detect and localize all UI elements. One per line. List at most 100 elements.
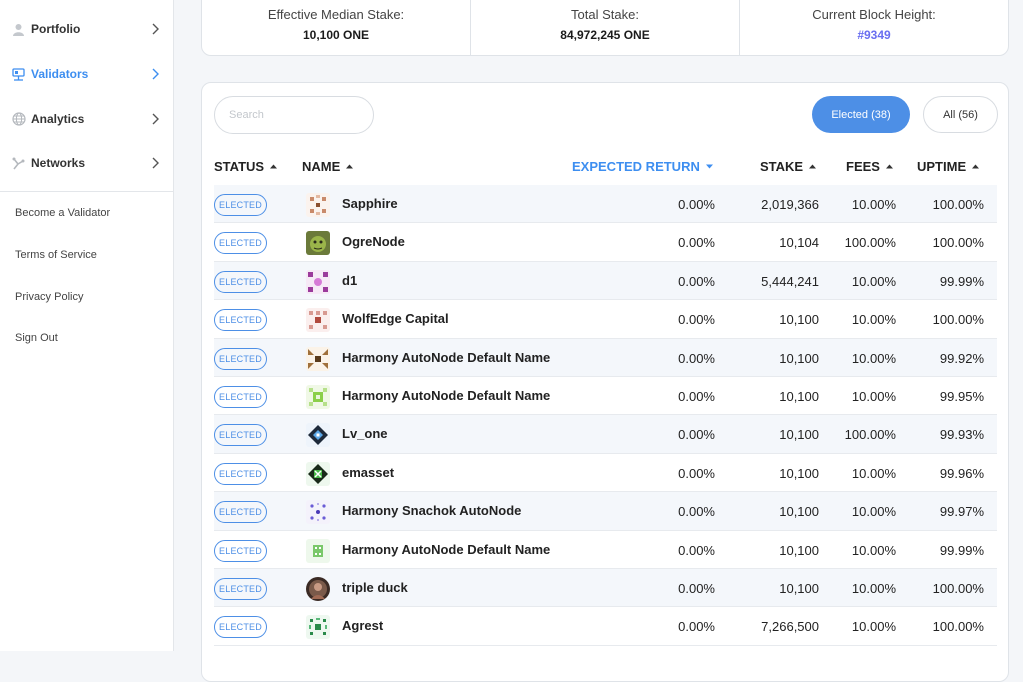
chevron-right-icon [152,113,159,125]
column-header-label: STAKE [760,159,804,174]
sidebar-item-portfolio[interactable]: Portfolio [0,14,174,44]
stake-cell: 10,100 [779,465,819,481]
stake-cell: 10,100 [779,427,819,443]
status-badge: ELECTED [214,194,267,216]
stat-value: 10,100 ONE [302,28,370,42]
fees-cell: 10.00% [851,312,896,328]
filter-elected-button[interactable]: Elected (38) [812,96,910,133]
chevron-right-icon [152,23,159,35]
column-header-label: NAME [302,159,341,174]
status-badge: ELECTED [214,462,267,485]
validator-name[interactable]: OgreNode [342,234,405,249]
stake-cell: 5,444,241 [761,273,819,289]
uptime-cell: 99.96% [939,465,984,481]
table-row[interactable]: ELECTED Harmony AutoNode Default Name 0.… [214,377,997,416]
validator-name[interactable]: Lv_one [342,426,388,441]
validator-avatar [306,308,330,333]
fees-cell: 10.00% [851,580,896,596]
uptime-cell: 99.97% [939,504,984,520]
column-header-label: UPTIME [917,159,967,174]
validator-name[interactable]: Sapphire [342,196,398,211]
status-badge: ELECTED [214,577,267,600]
table-row[interactable]: ELECTED Agrest 0.00% 7,266,500 10.00% 10… [214,607,997,646]
table-row[interactable]: ELECTED Harmony Snachok AutoNode 0.00% 1… [214,492,997,531]
uptime-cell: 100.00% [932,619,984,635]
fees-cell: 10.00% [851,273,896,289]
expected-return-cell: 0.00% [678,235,715,251]
status-badge: ELECTED [214,616,267,639]
status-badge: ELECTED [214,539,267,562]
stake-cell: 2,019,366 [761,197,819,212]
validator-name[interactable]: d1 [342,273,357,288]
table-row[interactable]: ELECTED Lv_one 0.00% 10,100 100.00% 99.9… [214,415,997,454]
validator-avatar [306,576,330,601]
search-input[interactable] [214,96,374,134]
stat-label: Effective Median Stake: [267,7,405,22]
validator-avatar [306,384,330,409]
status-badge: ELECTED [214,501,267,524]
status-badge: ELECTED [214,270,267,293]
validator-avatar [306,231,330,256]
uptime-cell: 100.00% [932,197,984,212]
validator-name[interactable]: emasset [342,465,394,480]
validator-avatar [306,346,330,371]
column-header-label: FEES [846,159,880,174]
uptime-cell: 99.99% [939,542,984,558]
table-row[interactable]: ELECTED Sapphire 0.00% 2,019,366 10.00% … [214,185,997,224]
uptime-cell: 99.95% [939,388,984,404]
validators-table-card: Elected (38) All (56) STATUS NAME EXPECT… [201,82,1009,682]
uptime-cell: 99.93% [939,427,984,443]
table-row[interactable]: ELECTED d1 0.00% 5,444,241 10.00% 99.99% [214,261,997,301]
validator-name[interactable]: WolfEdge Capital [342,311,449,326]
stat-label: Current Block Height: [812,7,936,22]
fees-cell: 10.00% [851,350,896,366]
validator-name[interactable]: triple duck [342,580,408,595]
filter-all-button[interactable]: All (56) [923,96,998,133]
block-height-link[interactable]: #9349 [740,28,1008,42]
validators-icon [11,67,26,82]
table-row[interactable]: ELECTED OgreNode 0.00% 10,104 100.00% 10… [214,223,997,262]
column-header-name[interactable]: NAME [302,159,354,174]
table-row[interactable]: ELECTED Harmony AutoNode Default Name 0.… [214,338,997,377]
effective-median-stake: Effective Median Stake: 10,100 ONE [202,0,470,55]
column-header-stake[interactable]: STAKE [760,159,817,174]
stake-cell: 10,104 [779,235,819,251]
privacy-policy-link[interactable]: Privacy Policy [15,291,83,303]
column-header-fees[interactable]: FEES [846,159,893,174]
become-validator-link[interactable]: Become a Validator [15,207,110,219]
column-header-expected-return[interactable]: EXPECTED RETURN [572,159,713,174]
fees-cell: 10.00% [851,504,896,520]
terms-of-service-link[interactable]: Terms of Service [15,249,97,261]
sidebar-item-label: Analytics [31,112,85,126]
validator-name[interactable]: Harmony Snachok AutoNode [342,503,521,518]
validator-name[interactable]: Agrest [342,618,383,633]
uptime-cell: 99.92% [939,350,984,366]
expected-return-cell: 0.00% [678,350,715,366]
sidebar-item-networks[interactable]: Networks [0,148,174,178]
sidebar-item-label: Networks [31,156,86,170]
table-row[interactable]: ELECTED triple duck 0.00% 10,100 10.00% … [214,568,997,608]
table-row[interactable]: ELECTED Harmony AutoNode Default Name 0.… [214,531,997,569]
table-row[interactable]: ELECTED emasset 0.00% 10,100 10.00% 99.9… [214,454,997,493]
stake-cell: 10,100 [779,312,819,328]
uptime-cell: 99.99% [939,273,984,289]
column-header-status[interactable]: STATUS [214,159,278,174]
column-header-uptime[interactable]: UPTIME [917,159,980,174]
table-row[interactable]: ELECTED WolfEdge Capital 0.00% 10,100 10… [214,300,997,339]
stat-label: Total Stake: [571,7,639,22]
sign-out-link[interactable]: Sign Out [15,332,58,344]
expected-return-cell: 0.00% [678,388,715,404]
stake-cell: 10,100 [779,580,819,596]
validator-name[interactable]: Harmony AutoNode Default Name [342,542,550,557]
stake-cell: 10,100 [779,542,819,558]
validator-name[interactable]: Harmony AutoNode Default Name [342,350,550,365]
sort-up-icon [270,164,278,169]
sidebar-item-validators[interactable]: Validators [0,59,174,89]
fees-cell: 10.00% [851,465,896,481]
expected-return-cell: 0.00% [678,427,715,443]
validator-name[interactable]: Harmony AutoNode Default Name [342,388,550,403]
sidebar-item-analytics[interactable]: Analytics [0,104,174,134]
chevron-right-icon [152,157,159,169]
expected-return-cell: 0.00% [678,312,715,328]
network-icon [11,156,26,171]
